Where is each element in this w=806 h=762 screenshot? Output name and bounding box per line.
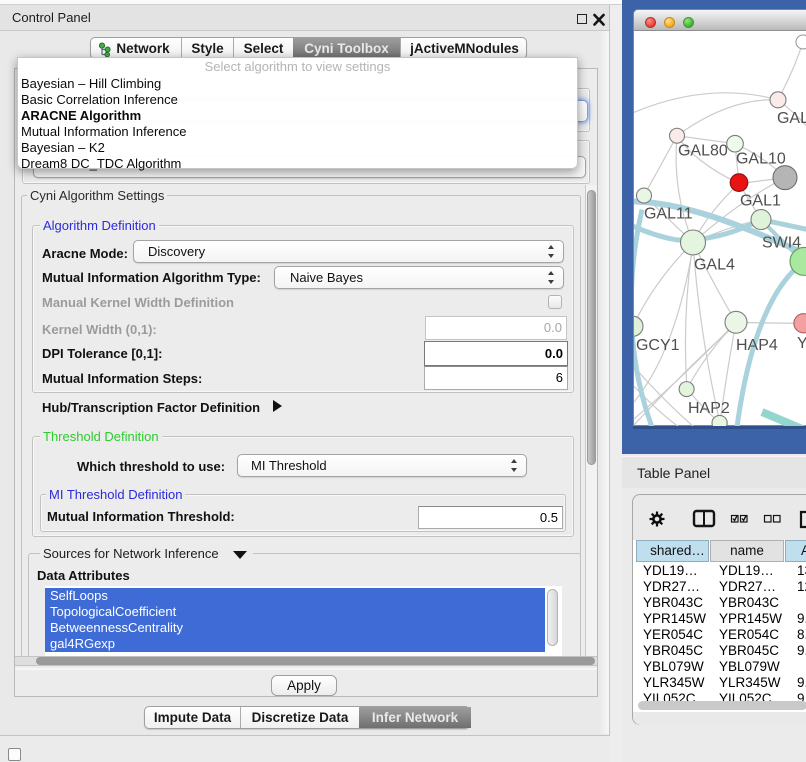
svg-text:GAL4: GAL4 (694, 256, 735, 273)
svg-text:GAL1: GAL1 (740, 193, 781, 210)
svg-text:GAL10: GAL10 (736, 151, 786, 168)
svg-text:HAP4: HAP4 (736, 337, 778, 354)
svg-text:GAL11: GAL11 (644, 206, 693, 223)
svg-text:GAL80: GAL80 (678, 143, 728, 160)
svg-text:GAL7: GAL7 (777, 110, 806, 127)
svg-text:Y: Y (797, 335, 806, 352)
svg-text:GCY1: GCY1 (636, 337, 680, 354)
svg-text:SWI4: SWI4 (762, 234, 801, 251)
svg-text:HAP2: HAP2 (688, 400, 730, 417)
